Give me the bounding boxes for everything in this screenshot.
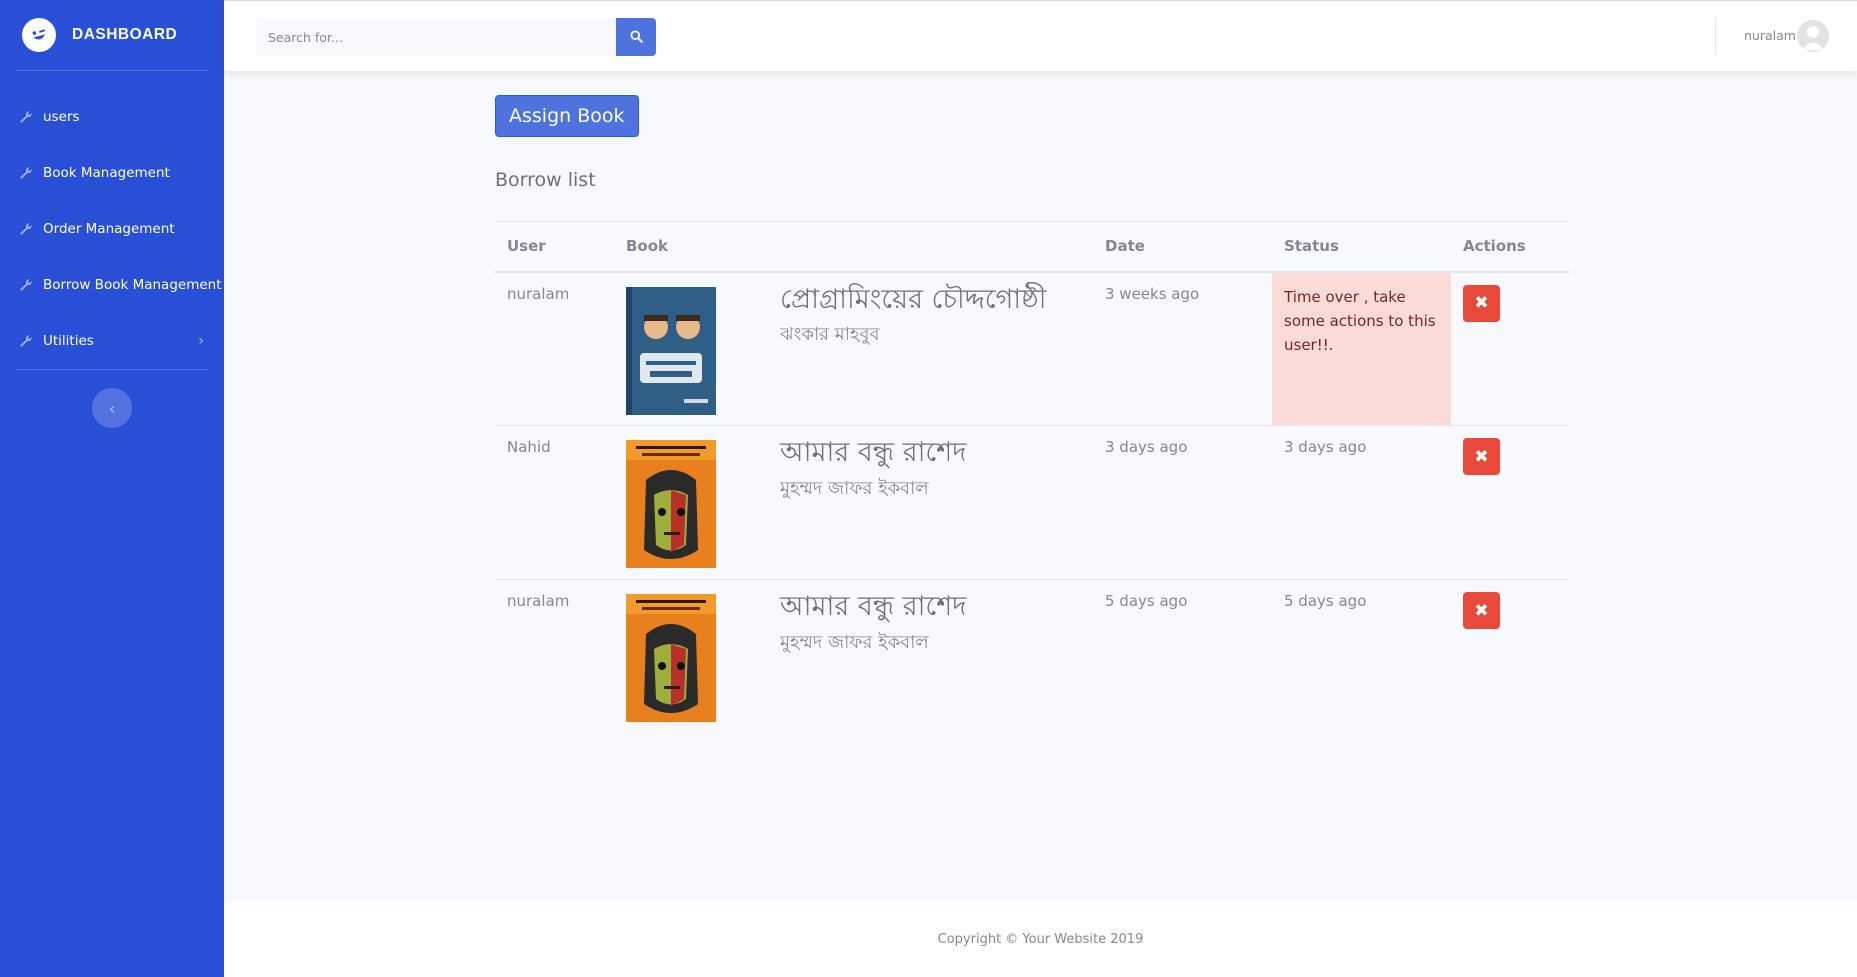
wrench-icon (18, 109, 34, 125)
sidebar-item-label: Utilities (43, 333, 94, 349)
cell-user: nuralam (507, 592, 570, 610)
book-cover-image (626, 286, 716, 415)
cell-actions: ✖ (1451, 271, 1570, 426)
column-header-book: Book (614, 221, 1093, 273)
cell-status: Time over , take some actions to this us… (1272, 271, 1451, 426)
cell-status: 5 days ago (1284, 592, 1367, 610)
cell-actions: ✖ (1451, 580, 1570, 734)
wrench-icon (18, 277, 34, 293)
column-header-user: User (495, 221, 614, 273)
sidebar-item-book-management[interactable]: Book Management (0, 145, 224, 201)
book-title: আমার বন্ধু রাশেদ (780, 591, 967, 622)
sidebar-item-label: users (43, 109, 80, 125)
table-row: nuralam (495, 271, 1570, 426)
sidebar: DASHBOARD users Book Management Order Ma… (0, 0, 224, 977)
wrench-icon (18, 333, 34, 349)
brand-text: DASHBOARD (72, 26, 178, 43)
search-input[interactable] (256, 18, 616, 56)
sidebar-item-label: Book Management (43, 165, 170, 181)
cell-date: 3 weeks ago (1093, 271, 1272, 426)
book-author: মুহম্মদ জাফর ইকবাল (780, 631, 929, 653)
cell-date: 3 days ago (1093, 425, 1272, 580)
table-row: nuralam (495, 580, 1570, 734)
sidebar-item-users[interactable]: users (0, 89, 224, 145)
sidebar-divider (16, 369, 208, 370)
column-header-actions: Actions (1451, 221, 1570, 273)
delete-button[interactable]: ✖ (1463, 592, 1500, 629)
cell-user: nuralam (495, 271, 614, 426)
sidebar-item-borrow-book-management[interactable]: Borrow Book Management (0, 257, 224, 313)
close-icon: ✖ (1474, 600, 1489, 621)
sidebar-nav: users Book Management Order Management B… (0, 71, 224, 369)
section-title: Borrow list (495, 169, 596, 191)
topbar: nuralam (224, 0, 1857, 71)
chevron-right-icon: › (198, 333, 204, 349)
sidebar-brand[interactable]: DASHBOARD (0, 0, 224, 70)
book-author: মুহম্মদ জাফর ইকবাল (780, 477, 929, 499)
close-icon: ✖ (1474, 293, 1489, 313)
sidebar-item-utilities[interactable]: Utilities › (0, 313, 224, 369)
sidebar-toggle-button[interactable]: ‹ (92, 388, 132, 428)
main-content: Assign Book Borrow list User Book Date S… (495, 95, 1570, 734)
search-icon (629, 28, 643, 47)
user-name[interactable]: nuralam (1744, 28, 1796, 43)
search-button[interactable] (616, 18, 656, 56)
sidebar-item-label: Order Management (43, 221, 175, 237)
cell-book: আমার বন্ধু রাশেদ মুহম্মদ জাফর ইকবাল (614, 425, 1093, 580)
chevron-left-icon: ‹ (108, 398, 116, 418)
sidebar-item-label: Borrow Book Management (43, 277, 222, 293)
delete-button[interactable]: ✖ (1463, 284, 1500, 322)
borrow-table: User Book Date Status Actions nuralam প্… (495, 221, 1570, 734)
wrench-icon (18, 165, 34, 181)
book-title: প্রোগ্রামিংয়ের চৌদ্দগোষ্ঠী (780, 283, 1047, 315)
footer: Copyright © Your Website 2019 (224, 902, 1857, 977)
book-cover-image (626, 440, 716, 568)
avatar[interactable] (1797, 20, 1829, 52)
book-author: ঝংকার মাহবুব (780, 324, 880, 346)
topbar-divider (1715, 17, 1716, 55)
column-header-status: Status (1272, 221, 1451, 273)
book-title: আমার বন্ধু রাশেদ (780, 437, 967, 468)
cell-book: প্রোগ্রামিংয়ের চৌদ্দগোষ্ঠী ঝংকার মাহবুব (614, 271, 1093, 426)
wrench-icon (18, 221, 34, 237)
cell-status: 3 days ago (1272, 425, 1451, 580)
search-form (256, 18, 656, 56)
sidebar-item-order-management[interactable]: Order Management (0, 201, 224, 257)
copyright-text: Copyright © Your Website 2019 (937, 932, 1144, 947)
column-header-date: Date (1093, 221, 1272, 273)
cell-actions: ✖ (1451, 425, 1570, 580)
cell-user: Nahid (495, 425, 614, 580)
book-cover-image (626, 594, 716, 722)
laugh-wink-icon (18, 14, 60, 56)
table-row: Nahid আমার বন্ধু রাশেদ মুহম্মদ জাফর ইকবা… (495, 425, 1570, 580)
delete-button[interactable]: ✖ (1463, 438, 1500, 475)
close-icon: ✖ (1474, 446, 1489, 467)
cell-date: 5 days ago (1105, 592, 1188, 610)
table-header-row: User Book Date Status Actions (495, 221, 1570, 273)
assign-book-button[interactable]: Assign Book (495, 95, 639, 137)
cell-book: আমার বন্ধু রাশেদ মুহম্মদ জাফর ইকবাল (614, 580, 1093, 734)
